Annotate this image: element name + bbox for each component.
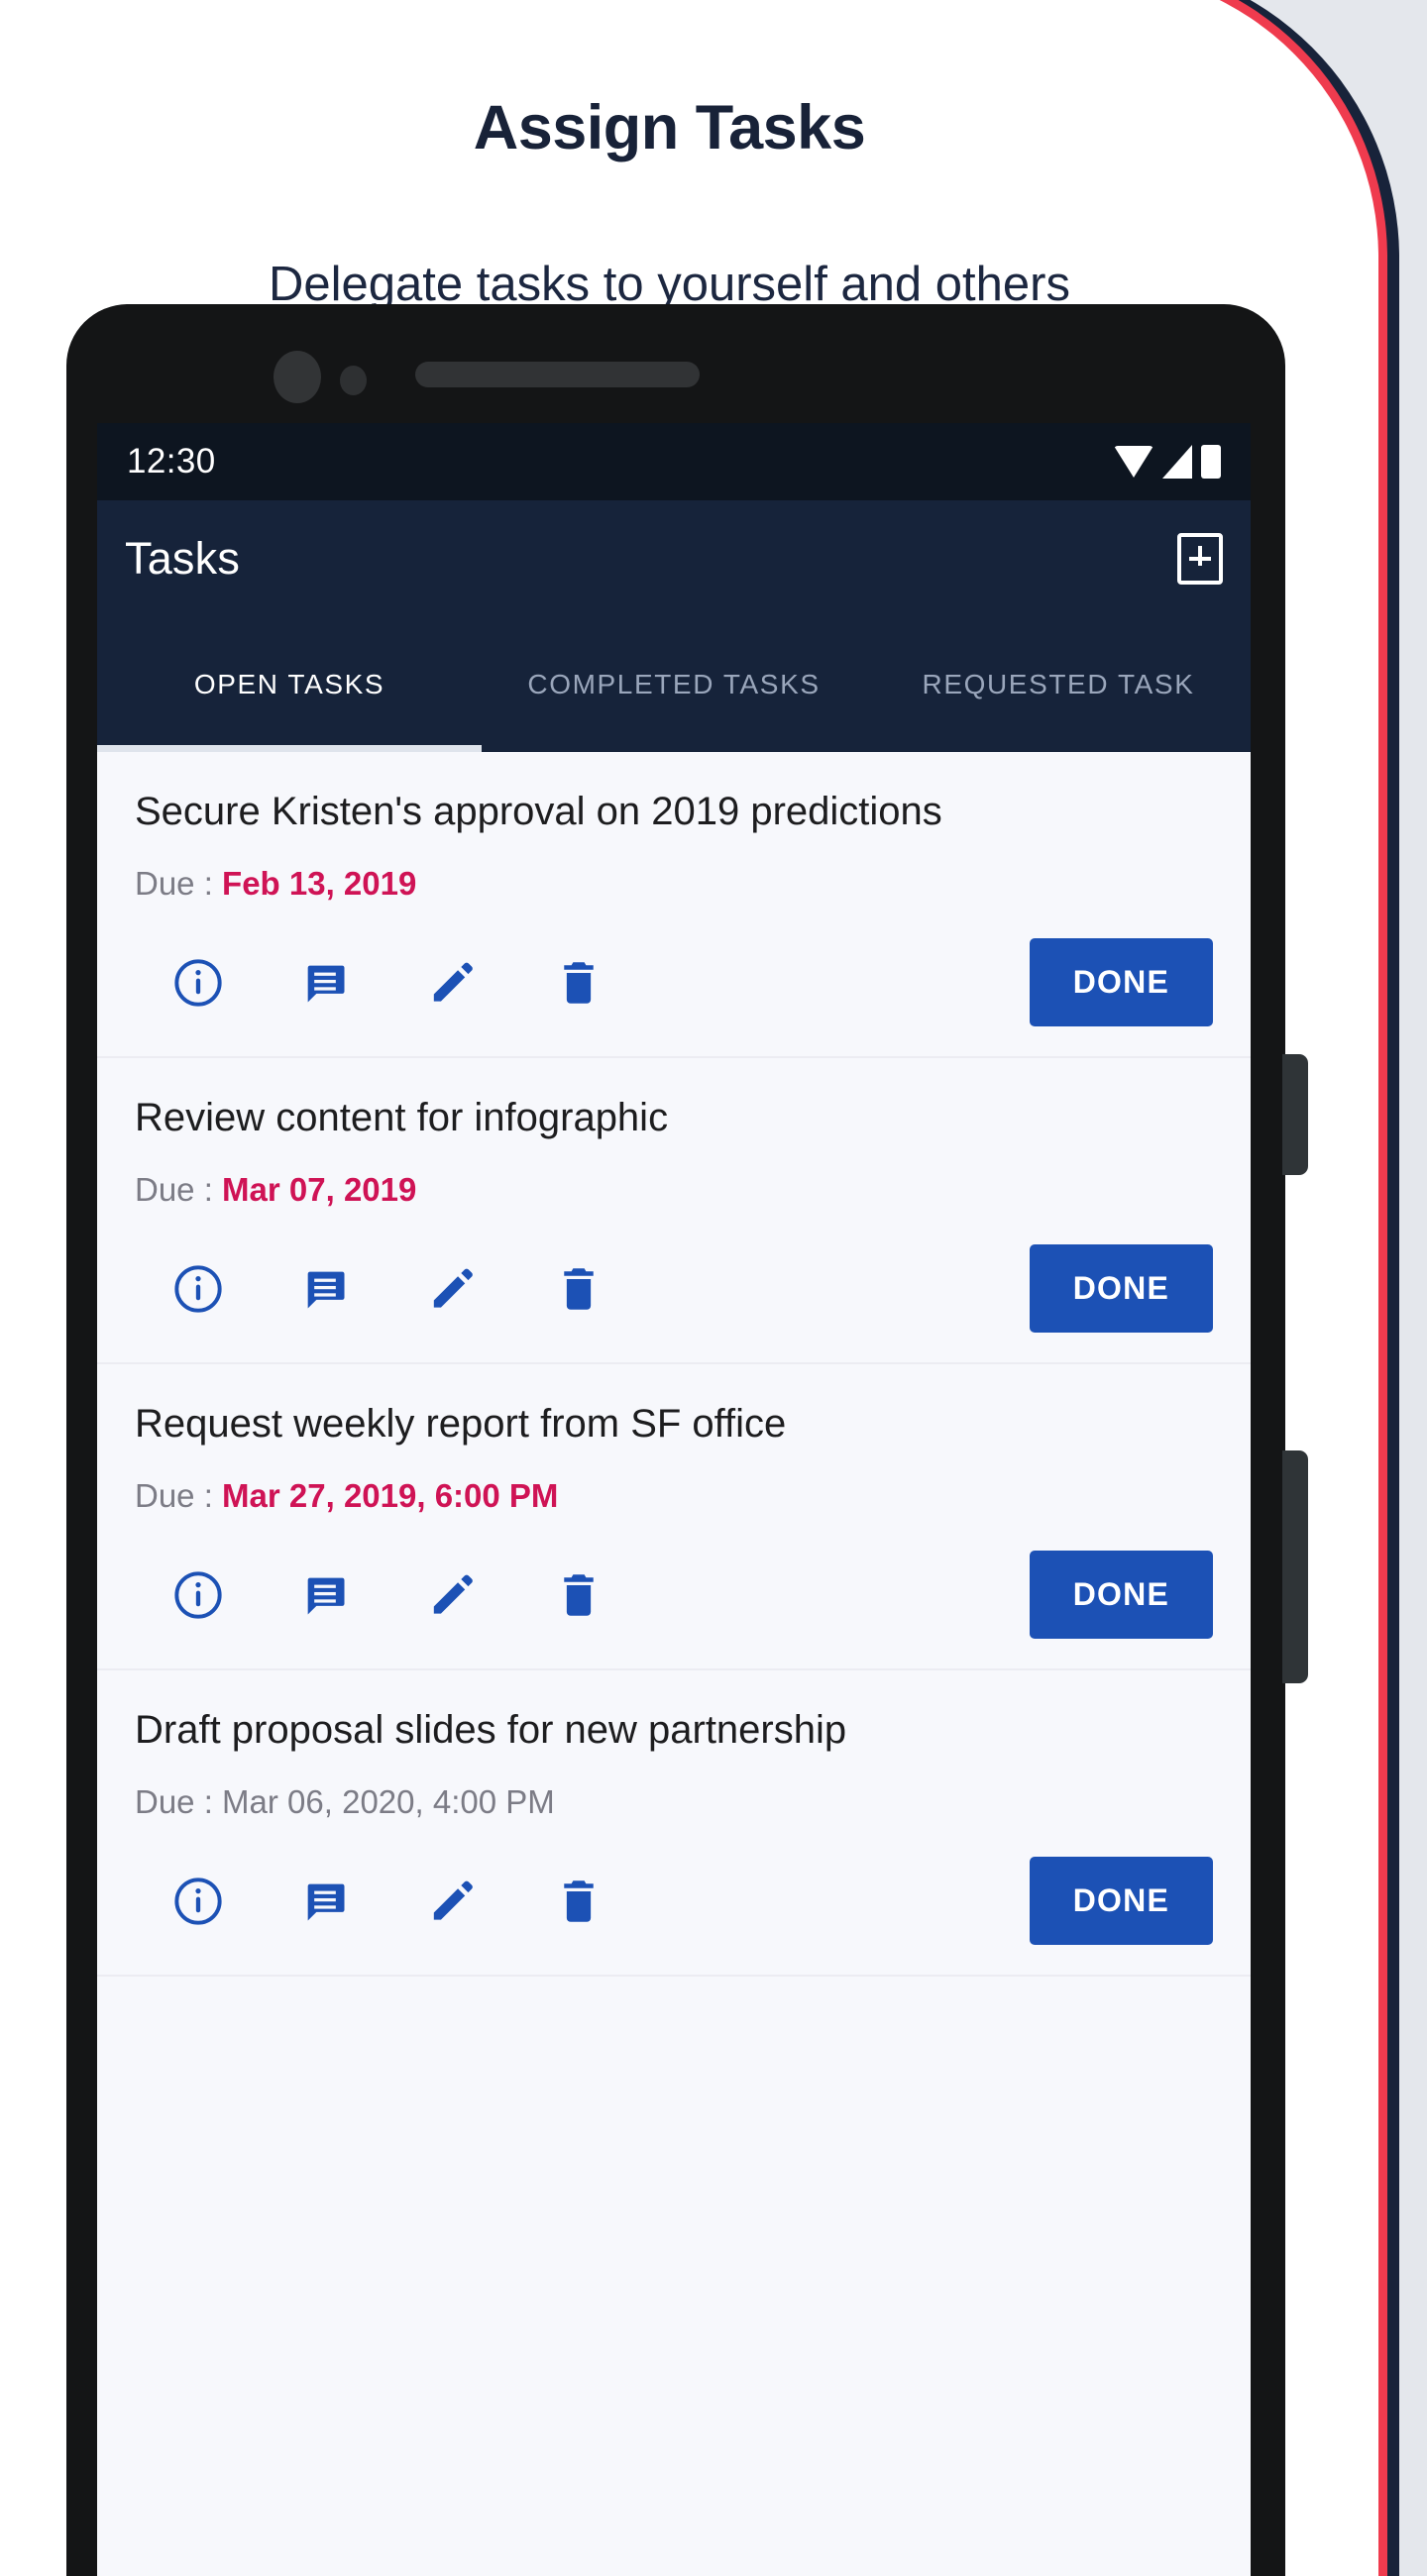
task-card[interactable]: Draft proposal slides for new partnershi… — [97, 1670, 1251, 1977]
task-title: Draft proposal slides for new partnershi… — [135, 1708, 847, 1752]
info-icon[interactable] — [135, 1876, 262, 1927]
task-due-label: Due : — [135, 1783, 223, 1820]
delete-icon[interactable] — [515, 1569, 642, 1621]
info-icon[interactable] — [135, 1263, 262, 1315]
task-due-row: Due : Mar 27, 2019, 6:00 PM — [135, 1477, 1213, 1515]
tab-open-tasks[interactable]: OPEN TASKS — [97, 617, 482, 752]
power-button[interactable] — [1282, 1054, 1308, 1175]
task-due-value: Mar 07, 2019 — [222, 1171, 417, 1208]
task-card[interactable]: Request weekly report from SF office Due … — [97, 1364, 1251, 1670]
tab-label: COMPLETED TASKS — [527, 669, 821, 700]
edit-icon[interactable] — [388, 1876, 515, 1927]
task-title: Request weekly report from SF office — [135, 1402, 787, 1446]
comment-icon[interactable] — [262, 1263, 388, 1315]
edit-icon[interactable] — [388, 957, 515, 1009]
promo-card: Assign Tasks Delegate tasks to yourself … — [0, 0, 1387, 2576]
phone-mockup: 12:30 Tasks OPEN TASKS COMPLETED TASKS REQ… — [66, 304, 1308, 2576]
delete-icon[interactable] — [515, 957, 642, 1009]
done-button[interactable]: DONE — [1029, 1244, 1213, 1333]
task-due-row: Due : Feb 13, 2019 — [135, 865, 1213, 903]
battery-icon — [1201, 445, 1221, 479]
tab-bar: OPEN TASKS COMPLETED TASKS REQUESTED TASK — [97, 617, 1251, 752]
tab-completed-tasks[interactable]: COMPLETED TASKS — [482, 617, 866, 752]
task-due-label: Due : — [135, 865, 223, 902]
task-actions: DONE — [135, 938, 1213, 1026]
add-task-icon[interactable] — [1177, 533, 1223, 585]
wifi-icon — [1114, 446, 1153, 478]
edit-icon[interactable] — [388, 1569, 515, 1621]
done-button[interactable]: DONE — [1029, 938, 1213, 1026]
task-due-label: Due : — [135, 1477, 223, 1514]
comment-icon[interactable] — [262, 1876, 388, 1927]
page-title: Assign Tasks — [473, 93, 866, 162]
phone-screen: 12:30 Tasks OPEN TASKS COMPLETED TASKS REQ… — [97, 423, 1251, 2576]
app-bar-title: Tasks — [125, 533, 241, 584]
task-due-row: Due : Mar 07, 2019 — [135, 1171, 1213, 1209]
task-actions: DONE — [135, 1244, 1213, 1333]
done-button[interactable]: DONE — [1029, 1857, 1213, 1945]
tab-label: REQUESTED TASK — [922, 669, 1195, 700]
task-due-row: Due : Mar 06, 2020, 4:00 PM — [135, 1783, 1213, 1821]
done-button[interactable]: DONE — [1029, 1551, 1213, 1639]
comment-icon[interactable] — [262, 957, 388, 1009]
task-due-value: Mar 27, 2019, 6:00 PM — [222, 1477, 559, 1514]
camera-lens-icon — [274, 351, 321, 403]
comment-icon[interactable] — [262, 1569, 388, 1621]
status-time: 12:30 — [127, 442, 216, 481]
status-bar: 12:30 — [97, 423, 1251, 500]
task-actions: DONE — [135, 1857, 1213, 1945]
sensor-dot-icon — [340, 366, 367, 395]
task-due-value: Feb 13, 2019 — [222, 865, 417, 902]
task-card[interactable]: Review content for infographic Due : Mar … — [97, 1058, 1251, 1364]
edit-icon[interactable] — [388, 1263, 515, 1315]
volume-button[interactable] — [1282, 1450, 1308, 1683]
task-title: Review content for infographic — [135, 1096, 669, 1139]
delete-icon[interactable] — [515, 1263, 642, 1315]
promo-content: Assign Tasks Delegate tasks to yourself … — [0, 9, 1339, 2576]
tab-requested-task[interactable]: REQUESTED TASK — [866, 617, 1251, 752]
delete-icon[interactable] — [515, 1876, 642, 1927]
status-icons — [1114, 445, 1221, 479]
info-icon[interactable] — [135, 957, 262, 1009]
task-card[interactable]: Secure Kristen's approval on 2019 predic… — [97, 752, 1251, 1058]
task-due-value: Mar 06, 2020, 4:00 PM — [222, 1783, 555, 1820]
task-title: Secure Kristen's approval on 2019 predic… — [135, 790, 942, 833]
task-list: Secure Kristen's approval on 2019 predic… — [97, 752, 1251, 1977]
signal-icon — [1162, 445, 1192, 479]
tab-label: OPEN TASKS — [193, 669, 385, 700]
task-actions: DONE — [135, 1551, 1213, 1639]
app-bar: Tasks — [97, 500, 1251, 617]
info-icon[interactable] — [135, 1569, 262, 1621]
earpiece-speaker-icon — [415, 362, 700, 387]
task-due-label: Due : — [135, 1171, 223, 1208]
